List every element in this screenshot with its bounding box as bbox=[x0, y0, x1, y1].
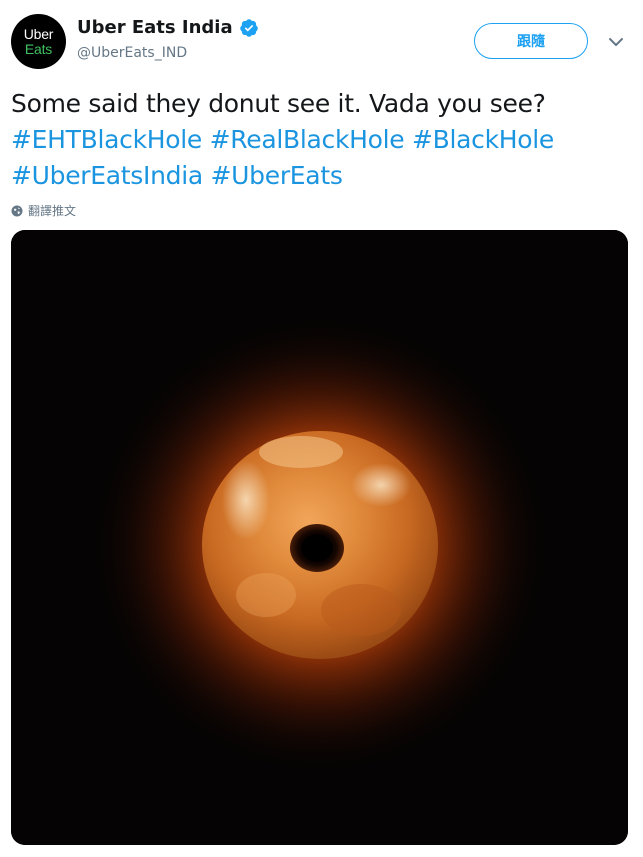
display-name[interactable]: Uber Eats India bbox=[77, 17, 233, 38]
tweet-text: Some said they donut see it. Vada you se… bbox=[11, 86, 631, 194]
globe-icon bbox=[11, 205, 23, 216]
display-name-row[interactable]: Uber Eats India bbox=[77, 17, 259, 38]
account-handle[interactable]: @UberEats_IND bbox=[77, 45, 187, 61]
hashtag-line-1: #EHTBlackHole #RealBlackHole #BlackHole bbox=[11, 122, 631, 158]
avatar-logo-bottom: Eats bbox=[24, 41, 53, 57]
hashtag-link[interactable]: #UberEats bbox=[211, 161, 343, 190]
verified-badge-icon bbox=[239, 18, 258, 37]
tweet-image[interactable] bbox=[11, 230, 628, 845]
hashtag-line-2: #UberEatsIndia #UberEats bbox=[11, 158, 631, 194]
hashtag-link[interactable]: #BlackHole bbox=[412, 125, 554, 154]
hashtag-link[interactable]: #EHTBlackHole bbox=[11, 125, 202, 154]
hashtag-link[interactable]: #UberEatsIndia bbox=[11, 161, 203, 190]
avatar-logo-top: Uber bbox=[23, 26, 54, 42]
follow-button[interactable]: 跟隨 bbox=[474, 23, 588, 59]
translate-tweet-link[interactable]: 翻譯推文 bbox=[11, 202, 76, 219]
tweet-sentence: Some said they donut see it. Vada you se… bbox=[11, 89, 546, 118]
avatar[interactable]: Uber Eats bbox=[11, 14, 66, 69]
translate-label: 翻譯推文 bbox=[28, 204, 77, 218]
hashtag-link[interactable]: #RealBlackHole bbox=[210, 125, 405, 154]
donut-black-hole-image bbox=[11, 230, 628, 845]
chevron-down-icon[interactable] bbox=[606, 32, 626, 52]
tweet-card: Uber Eats Uber Eats India @UberEats_IND … bbox=[0, 0, 643, 857]
